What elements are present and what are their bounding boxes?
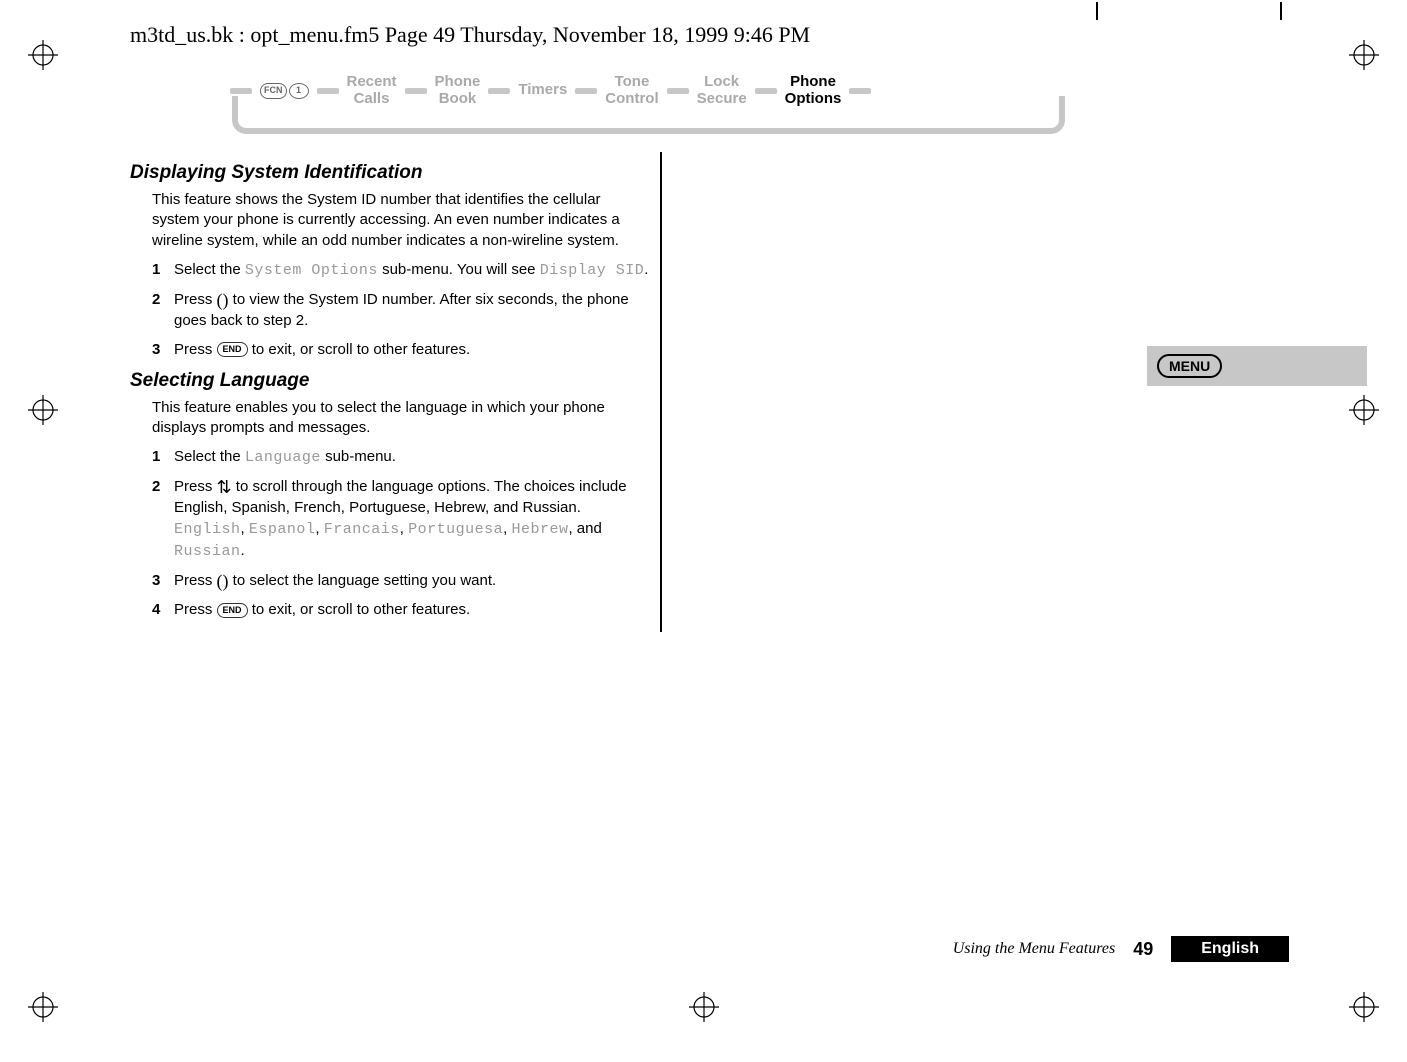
breadcrumb-dash-icon [317, 88, 339, 94]
section-title-language: Selecting Language [130, 370, 650, 392]
breadcrumb-item-line1: Phone [435, 74, 481, 91]
breadcrumb-item-line2: Options [785, 91, 842, 108]
steps-language: Select the Language sub-menu. Press ⇅ to… [152, 446, 650, 620]
breadcrumb-dash-icon [667, 88, 689, 94]
step-text: , and [568, 520, 601, 537]
step-text: to scroll through the language options. … [174, 478, 627, 516]
step-item: Press () to select the language setting … [152, 570, 650, 591]
step-text: to exit, or scroll to other features. [248, 341, 471, 358]
registration-mark-icon [1349, 395, 1379, 425]
steps-system-id: Select the System Options sub-menu. You … [152, 259, 650, 360]
breadcrumb-item-line2: Control [605, 91, 658, 108]
mono-text: System Options [245, 262, 378, 279]
crop-rule [1280, 2, 1282, 20]
breadcrumb-item-line2: Calls [354, 91, 390, 108]
step-text: to view the System ID number. After six … [174, 291, 629, 329]
select-key-icon: () [217, 293, 229, 307]
breadcrumb-dash-icon [488, 88, 510, 94]
step-text: Press [174, 291, 217, 308]
step-item: Select the Language sub-menu. [152, 446, 650, 468]
step-text: sub-menu. [321, 448, 396, 465]
step-text: Press [174, 601, 217, 618]
breadcrumb-menu-bar: FCN 1 Recent Calls Phone Book Timers Ton… [230, 74, 1070, 142]
breadcrumb-item-phone-book: Phone Book [435, 74, 481, 107]
language-badge: English [1171, 936, 1289, 962]
breadcrumb-item-phone-options: Phone Options [785, 74, 842, 107]
end-key-icon: END [217, 342, 248, 357]
registration-mark-icon [689, 992, 719, 1022]
scroll-key-icon: ⇅ [217, 480, 232, 494]
registration-mark-icon [1349, 992, 1379, 1022]
breadcrumb-dash-icon [230, 88, 252, 94]
mono-text: Russian [174, 543, 241, 560]
step-item: Press END to exit, or scroll to other fe… [152, 599, 650, 620]
page-number: 49 [1133, 939, 1153, 960]
crop-rule [1096, 2, 1098, 20]
end-key-icon: END [217, 603, 248, 618]
breadcrumb-item-line2: Book [439, 91, 477, 108]
breadcrumb-item-line1: Phone [790, 74, 836, 91]
step-text: . [241, 542, 245, 559]
breadcrumb-dash-icon [405, 88, 427, 94]
page-footer: Using the Menu Features 49 English [0, 936, 1407, 962]
breadcrumb-dash-icon [849, 88, 871, 94]
step-text: Select the [174, 448, 245, 465]
section-para-language: This feature enables you to select the l… [152, 398, 650, 439]
step-text: Select the [174, 261, 245, 278]
mono-text: Display SID [540, 262, 645, 279]
step-item: Select the System Options sub-menu. You … [152, 259, 650, 281]
column-divider [660, 152, 662, 632]
step-text: to exit, or scroll to other features. [248, 601, 471, 618]
breadcrumb-dash-icon [755, 88, 777, 94]
breadcrumb-start-keys: FCN 1 [260, 83, 309, 99]
side-tab-menu: MENU [1147, 346, 1367, 386]
step-text: sub-menu. You will see [378, 261, 540, 278]
mono-text: Francais [324, 521, 400, 538]
step-text: to select the language setting you want. [229, 572, 497, 589]
breadcrumb-item-line2: Secure [697, 91, 747, 108]
breadcrumb-item-line1: Lock [704, 74, 739, 91]
section-title-system-id: Displaying System Identification [130, 162, 650, 184]
step-text: Press [174, 572, 217, 589]
mono-text: Language [245, 449, 321, 466]
mono-text: English [174, 521, 241, 538]
main-content: Displaying System Identification This fe… [130, 152, 650, 628]
breadcrumb-item-timers: Timers [518, 82, 567, 99]
mono-text: Hebrew [511, 521, 568, 538]
step-item: Press () to view the System ID number. A… [152, 289, 650, 331]
registration-mark-icon [28, 40, 58, 70]
registration-mark-icon [28, 395, 58, 425]
document-path-header: m3td_us.bk : opt_menu.fm5 Page 49 Thursd… [130, 22, 810, 48]
section-para-system-id: This feature shows the System ID number … [152, 190, 650, 251]
breadcrumb-item-lock-secure: Lock Secure [697, 74, 747, 107]
mono-text: Espanol [249, 521, 316, 538]
mono-text: Portuguesa [408, 521, 503, 538]
select-key-icon: () [217, 574, 229, 588]
registration-mark-icon [28, 992, 58, 1022]
breadcrumb-item-line1: Timers [518, 82, 567, 99]
menu-tab-pill: MENU [1157, 354, 1222, 378]
breadcrumb-item-line1: Recent [347, 74, 397, 91]
step-item: Press ⇅ to scroll through the language o… [152, 476, 650, 562]
breadcrumb-item-line1: Tone [615, 74, 650, 91]
step-item: Press END to exit, or scroll to other fe… [152, 339, 650, 360]
breadcrumb-item-recent-calls: Recent Calls [347, 74, 397, 107]
step-text: Press [174, 478, 217, 495]
step-text: . [644, 261, 648, 278]
fcn-key-icon: FCN [260, 83, 287, 99]
breadcrumb-dash-icon [575, 88, 597, 94]
registration-mark-icon [1349, 40, 1379, 70]
one-key-icon: 1 [289, 83, 309, 99]
step-text: Press [174, 341, 217, 358]
breadcrumb-item-tone-control: Tone Control [605, 74, 658, 107]
footer-section-title: Using the Menu Features [953, 940, 1115, 958]
